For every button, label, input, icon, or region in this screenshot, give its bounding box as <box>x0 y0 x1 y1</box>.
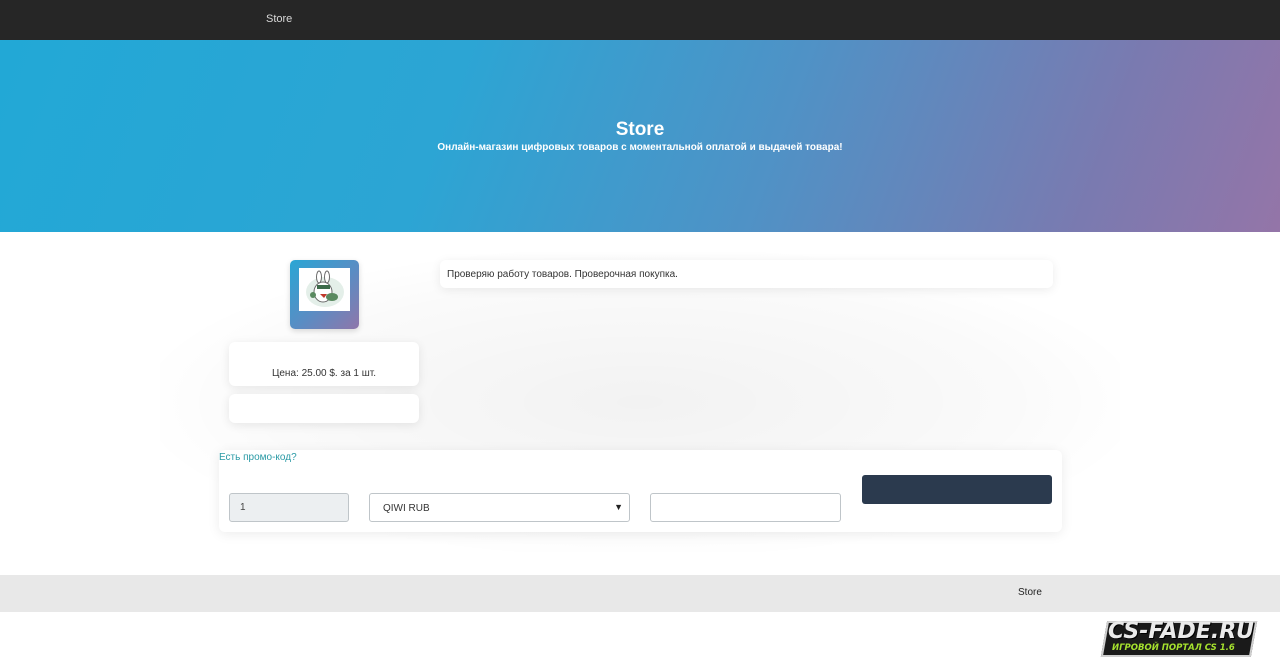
payment-method-select[interactable]: QIWI RUB ▼ <box>369 493 630 522</box>
quantity-input[interactable] <box>229 493 349 522</box>
price-label: Цена: 25.00 $. за 1 шт. <box>271 368 377 379</box>
payment-method-value: QIWI RUB <box>383 503 430 514</box>
watermark-main-text: CS-FADE.RU <box>1108 619 1255 644</box>
product-description: Проверяю работу товаров. Проверочная пок… <box>447 269 678 280</box>
promo-code-link[interactable]: Есть промо-код? <box>219 452 297 463</box>
hero-banner: Store Онлайн-магазин цифровых товаров с … <box>0 40 1280 232</box>
buy-button[interactable] <box>862 475 1052 504</box>
watermark-sub-text: ИГРОВОЙ ПОРТАЛ CS 1.6 <box>1112 643 1235 653</box>
info-card <box>229 394 419 423</box>
navbar-brand-link[interactable]: Store <box>266 13 292 25</box>
product-image <box>290 260 359 329</box>
product-image-frame <box>299 268 350 311</box>
footer-brand: Store <box>1018 587 1042 598</box>
footer: Store <box>0 575 1280 612</box>
description-card: Проверяю работу товаров. Проверочная пок… <box>440 260 1053 288</box>
bunny-mascot-icon <box>306 270 344 307</box>
page-title: Store <box>615 119 665 140</box>
chevron-down-icon: ▼ <box>614 502 623 512</box>
email-input[interactable] <box>650 493 841 522</box>
page-subtitle: Онлайн-магазин цифровых товаров с момент… <box>437 142 843 153</box>
top-navbar: Store <box>0 0 1280 40</box>
product-section: Цена: 25.00 $. за 1 шт. Проверяю работу … <box>0 232 1280 575</box>
watermark-logo: CS-FADE.RU ИГРОВОЙ ПОРТАЛ CS 1.6 <box>1100 617 1258 659</box>
price-card: Цена: 25.00 $. за 1 шт. <box>229 342 419 386</box>
